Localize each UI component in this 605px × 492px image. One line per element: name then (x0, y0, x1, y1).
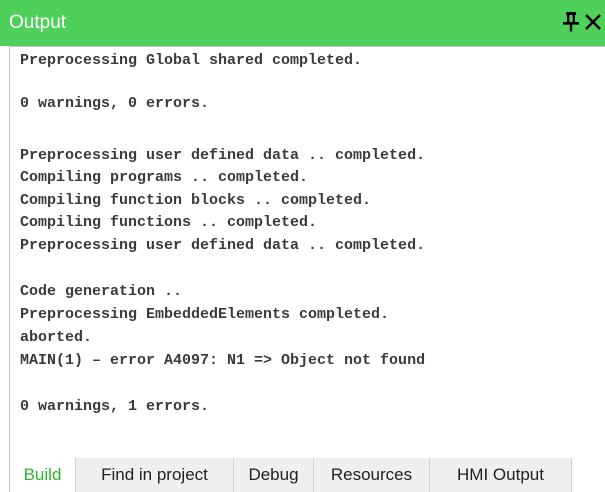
tab-debug[interactable]: Debug (234, 458, 314, 492)
log-line: Compiling programs .. completed. (20, 169, 309, 186)
output-log-area[interactable]: Preprocessing Global shared completed. 0… (9, 46, 605, 458)
log-line: 0 warnings, 1 errors. (20, 398, 210, 415)
tab-build[interactable]: Build (10, 458, 76, 492)
build-log: Preprocessing Global shared completed. 0… (20, 47, 600, 415)
log-line: Preprocessing user defined data .. compl… (20, 147, 426, 164)
tab-hmi-output[interactable]: HMI Output (430, 458, 572, 492)
tab-find-in-project[interactable]: Find in project (76, 458, 234, 492)
log-line: aborted. (20, 329, 93, 346)
log-line: Compiling function blocks .. completed. (20, 192, 372, 209)
output-panel: Output Preprocessing Global shared compl… (0, 0, 605, 492)
log-line: MAIN(1) – error A4097: N1 => Object not … (20, 352, 426, 369)
tab-resources[interactable]: Resources (314, 458, 430, 492)
log-line: Preprocessing user defined data .. compl… (20, 237, 426, 254)
pin-icon[interactable] (562, 11, 580, 33)
log-line: Preprocessing EmbeddedElements completed… (20, 306, 390, 323)
log-line: Preprocessing Global shared completed. (20, 52, 363, 69)
panel-title: Output (9, 12, 67, 33)
output-tab-bar: Build Find in project Debug Resources HM… (9, 458, 605, 492)
log-line: 0 warnings, 0 errors. (20, 95, 210, 112)
close-icon[interactable] (583, 12, 603, 32)
log-line: Compiling functions .. completed. (20, 214, 318, 231)
log-line: Code generation .. (20, 283, 183, 300)
output-title-bar[interactable]: Output (0, 0, 605, 46)
